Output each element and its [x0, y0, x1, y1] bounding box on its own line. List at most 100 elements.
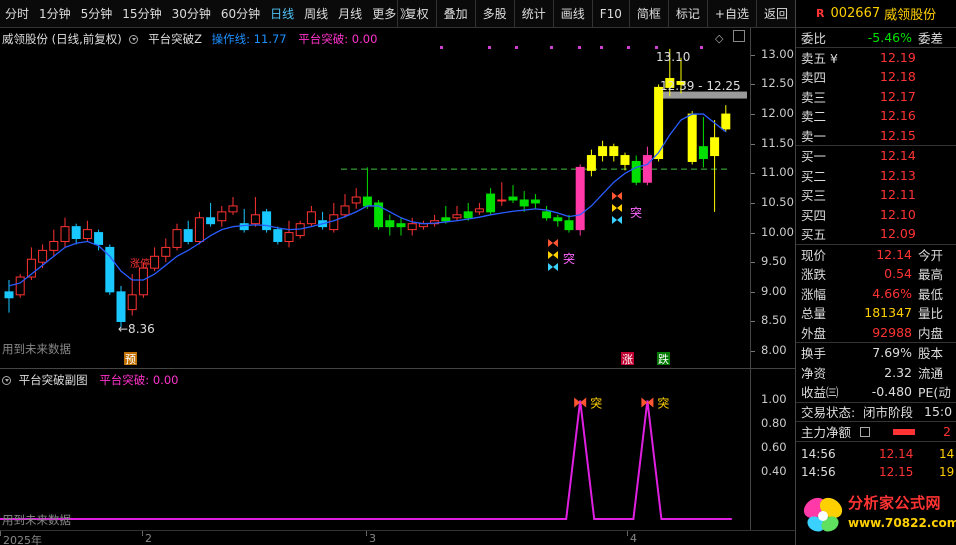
price-tick-label: 12.00	[761, 106, 794, 121]
stat-label-2: 今开	[918, 247, 944, 263]
sell-level[interactable]: 卖三 12.17	[796, 87, 956, 107]
sell-level[interactable]: 卖二 12.16	[796, 106, 956, 126]
top-signal-dot	[627, 46, 630, 49]
trade-time: 14:56	[801, 464, 836, 479]
stat-value: 0.54	[884, 266, 912, 282]
indicator-name[interactable]: 平台突破Z	[148, 32, 202, 46]
sell-level-price: 12.15	[880, 127, 916, 143]
sub-indicator-title[interactable]: 平台突破副图	[19, 373, 88, 387]
candle	[262, 208, 272, 233]
period-tab[interactable]: 60分钟	[216, 5, 265, 22]
trade-tick: 14:56 12.14 14	[796, 445, 956, 463]
tool-button[interactable]: 统计	[513, 0, 553, 28]
sub-indicator-dropdown-icon[interactable]	[2, 376, 11, 385]
window-toggle-icon[interactable]	[733, 30, 745, 42]
buy-level[interactable]: 买二 12.13	[796, 166, 956, 186]
candle	[105, 244, 115, 295]
kline-plot[interactable]: 13.10←8.3612.39 - 12.25涨停 突突预涨跌	[0, 28, 750, 368]
sell-level-label: 卖一	[801, 128, 827, 144]
buy-level-price: 12.11	[880, 187, 916, 203]
top-signal-dot	[550, 46, 553, 49]
price-tick-mark	[751, 173, 755, 175]
main-kline-chart[interactable]: 13.10 ←8.36 12.39 - 12.25 涨停突突预涨跌 威领股份 (日线,…	[0, 28, 795, 368]
tool-button[interactable]: 叠加	[435, 0, 475, 28]
buy-level[interactable]: 买三 12.11	[796, 185, 956, 205]
sub-indicator-plot[interactable]: 突突	[0, 369, 750, 531]
stat-row: 净资 2.32 流通	[796, 363, 956, 383]
candle	[396, 217, 406, 236]
stat-label-2: 量比	[918, 306, 944, 322]
price-tick-label: 12.50	[761, 76, 794, 91]
candle	[217, 205, 227, 227]
candle	[228, 197, 238, 215]
main-flow-row: 主力净额 2	[796, 422, 956, 442]
candle	[161, 238, 171, 263]
price-tick-mark	[751, 321, 755, 323]
sell-level-price: 12.16	[880, 108, 916, 124]
candle	[60, 217, 70, 248]
candle	[183, 220, 193, 245]
svg-text:跌: 跌	[658, 352, 669, 366]
tool-button[interactable]: 标记	[667, 0, 707, 28]
buy-level-label: 买四	[801, 207, 827, 223]
candle	[530, 194, 540, 209]
butterfly-logo-icon	[803, 497, 843, 532]
period-tab[interactable]: 1分钟	[34, 5, 76, 22]
buy-level[interactable]: 买五 12.09	[796, 224, 956, 244]
date-label: 3	[369, 532, 376, 545]
sell-level[interactable]: 卖五 ¥ 12.19	[796, 48, 956, 68]
signal-marker: 突	[590, 395, 602, 410]
sell-level-price: 12.17	[880, 88, 916, 104]
stat-label-2: 最高	[918, 267, 944, 283]
period-tab[interactable]: 周线	[299, 5, 333, 22]
period-tab[interactable]: 分时	[0, 5, 34, 22]
tool-button[interactable]: 返回	[755, 0, 795, 28]
sub-indicator-chart[interactable]: 突突 平台突破副图 平台突破: 0.00 1.00 0.80 0.60 0.40 用到…	[0, 368, 795, 531]
sub-chart-header: 平台突破副图 平台突破: 0.00	[2, 372, 178, 388]
period-tab[interactable]: 15分钟	[117, 5, 166, 22]
period-tab[interactable]: 5分钟	[76, 5, 118, 22]
period-tab[interactable]: 30分钟	[167, 5, 216, 22]
tool-button[interactable]: 复权	[396, 0, 436, 28]
sell-level-label: 卖二	[801, 109, 827, 125]
forecast-badge: 预	[124, 352, 137, 366]
top-signal-dot	[488, 46, 491, 49]
tool-button[interactable]: 多股	[474, 0, 514, 28]
price-tick-mark	[751, 232, 755, 234]
candle	[642, 146, 652, 186]
diamond-icon[interactable]: ◇	[715, 32, 723, 45]
buy-level[interactable]: 买一 12.14	[796, 146, 956, 166]
buy-level-price: 12.09	[880, 226, 916, 242]
candle	[575, 164, 585, 236]
sell-level[interactable]: 卖一 12.15	[796, 126, 956, 146]
price-tick-label: 9.50	[761, 254, 787, 269]
date-tick	[142, 531, 143, 536]
candle	[497, 182, 507, 206]
tool-button[interactable]: 画线	[552, 0, 592, 28]
tool-button[interactable]: +自选	[706, 0, 756, 28]
sell-level-price: 12.19	[880, 49, 916, 65]
main-flow-toggle-icon[interactable]	[860, 427, 870, 437]
trade-price: 12.14	[879, 446, 914, 461]
sell-level[interactable]: 卖四 12.18	[796, 67, 956, 87]
tool-button[interactable]: F10	[591, 0, 629, 28]
weibi-value: -5.46%	[867, 29, 912, 45]
weibi-row: 委比 -5.46% 委差	[796, 28, 956, 48]
period-tab[interactable]: 月线	[333, 5, 367, 22]
candle	[239, 208, 249, 233]
quote-stats: 现价 12.14 今开 涨跌 0.54 最高 涨幅 4.66% 最低 总量 181347 量比 外盘 92…	[796, 245, 956, 343]
buy-level[interactable]: 买四 12.10	[796, 205, 956, 225]
stat-value: 12.14	[876, 246, 912, 262]
stat-label-2: PE(动	[918, 385, 951, 401]
date-tick	[0, 531, 1, 536]
tool-button[interactable]: 简框	[628, 0, 668, 28]
period-tab[interactable]: 日线	[265, 5, 299, 22]
buy-level-price: 12.10	[880, 206, 916, 222]
indicator-dropdown-icon[interactable]	[129, 35, 139, 44]
trade-status-value: 闭市阶段	[863, 405, 914, 421]
stat-row: 收益㈢ -0.480 PE(动	[796, 382, 956, 402]
range-annotation: 12.39 - 12.25	[660, 79, 741, 93]
stat-label: 换手	[801, 346, 827, 362]
buy-level-label: 买一	[801, 149, 827, 165]
signal-marker: 突	[657, 395, 669, 410]
